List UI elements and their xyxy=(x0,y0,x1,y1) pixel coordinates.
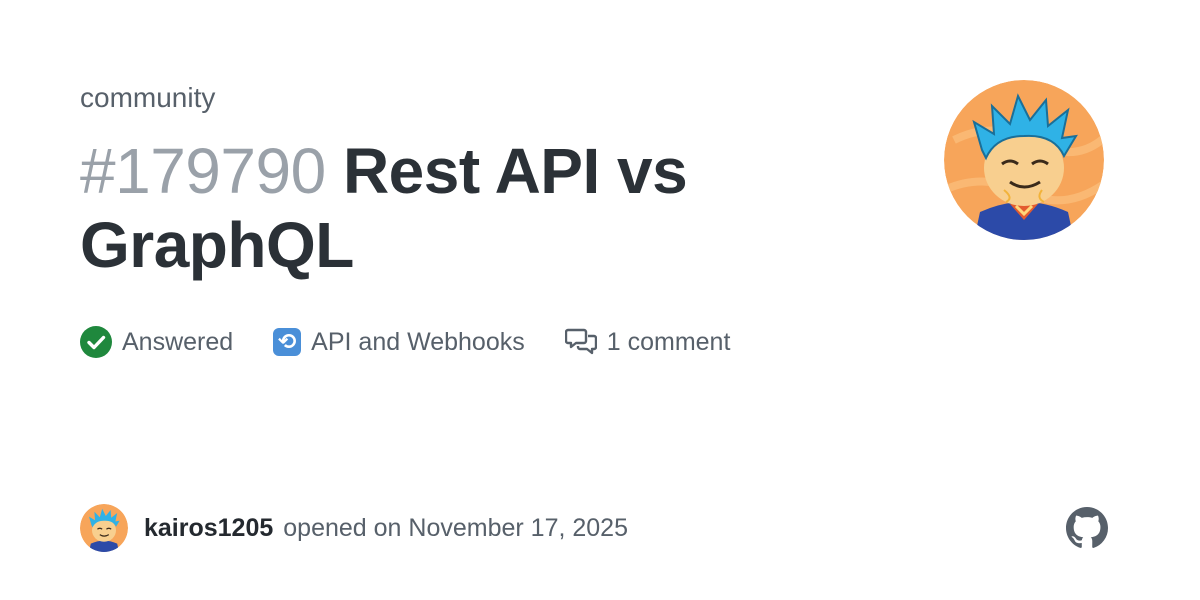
author-avatar-large[interactable] xyxy=(944,80,1104,240)
category-label: API and Webhooks xyxy=(311,327,525,356)
avatar-illustration xyxy=(944,80,1104,240)
opened-date: opened on November 17, 2025 xyxy=(283,513,628,542)
repo-name[interactable]: community xyxy=(80,80,215,116)
status-label: Answered xyxy=(122,327,234,356)
discussion-number: #179790 xyxy=(80,135,326,207)
author-username[interactable]: kairos1205 xyxy=(144,514,273,543)
author-footer: kairos1205 opened on November 17, 2025 xyxy=(80,504,628,552)
author-avatar-small[interactable] xyxy=(80,504,128,552)
category-link[interactable]: ⟲ API and Webhooks xyxy=(273,328,525,357)
discussion-title: #179790 Rest API vs GraphQL xyxy=(80,134,860,282)
comments-label: 1 comment xyxy=(606,327,731,356)
github-logo-icon[interactable] xyxy=(1066,507,1108,549)
discussion-meta: Answered ⟲ API and Webhooks 1 comment xyxy=(80,322,770,362)
avatar-small-illustration xyxy=(80,504,128,552)
check-circle-icon xyxy=(80,326,112,358)
arrows-counterclockwise-emoji-icon: ⟲ xyxy=(273,328,302,356)
comment-discussion-icon xyxy=(564,327,597,357)
status-badge: Answered xyxy=(80,326,233,358)
comments-count[interactable]: 1 comment xyxy=(564,327,731,357)
